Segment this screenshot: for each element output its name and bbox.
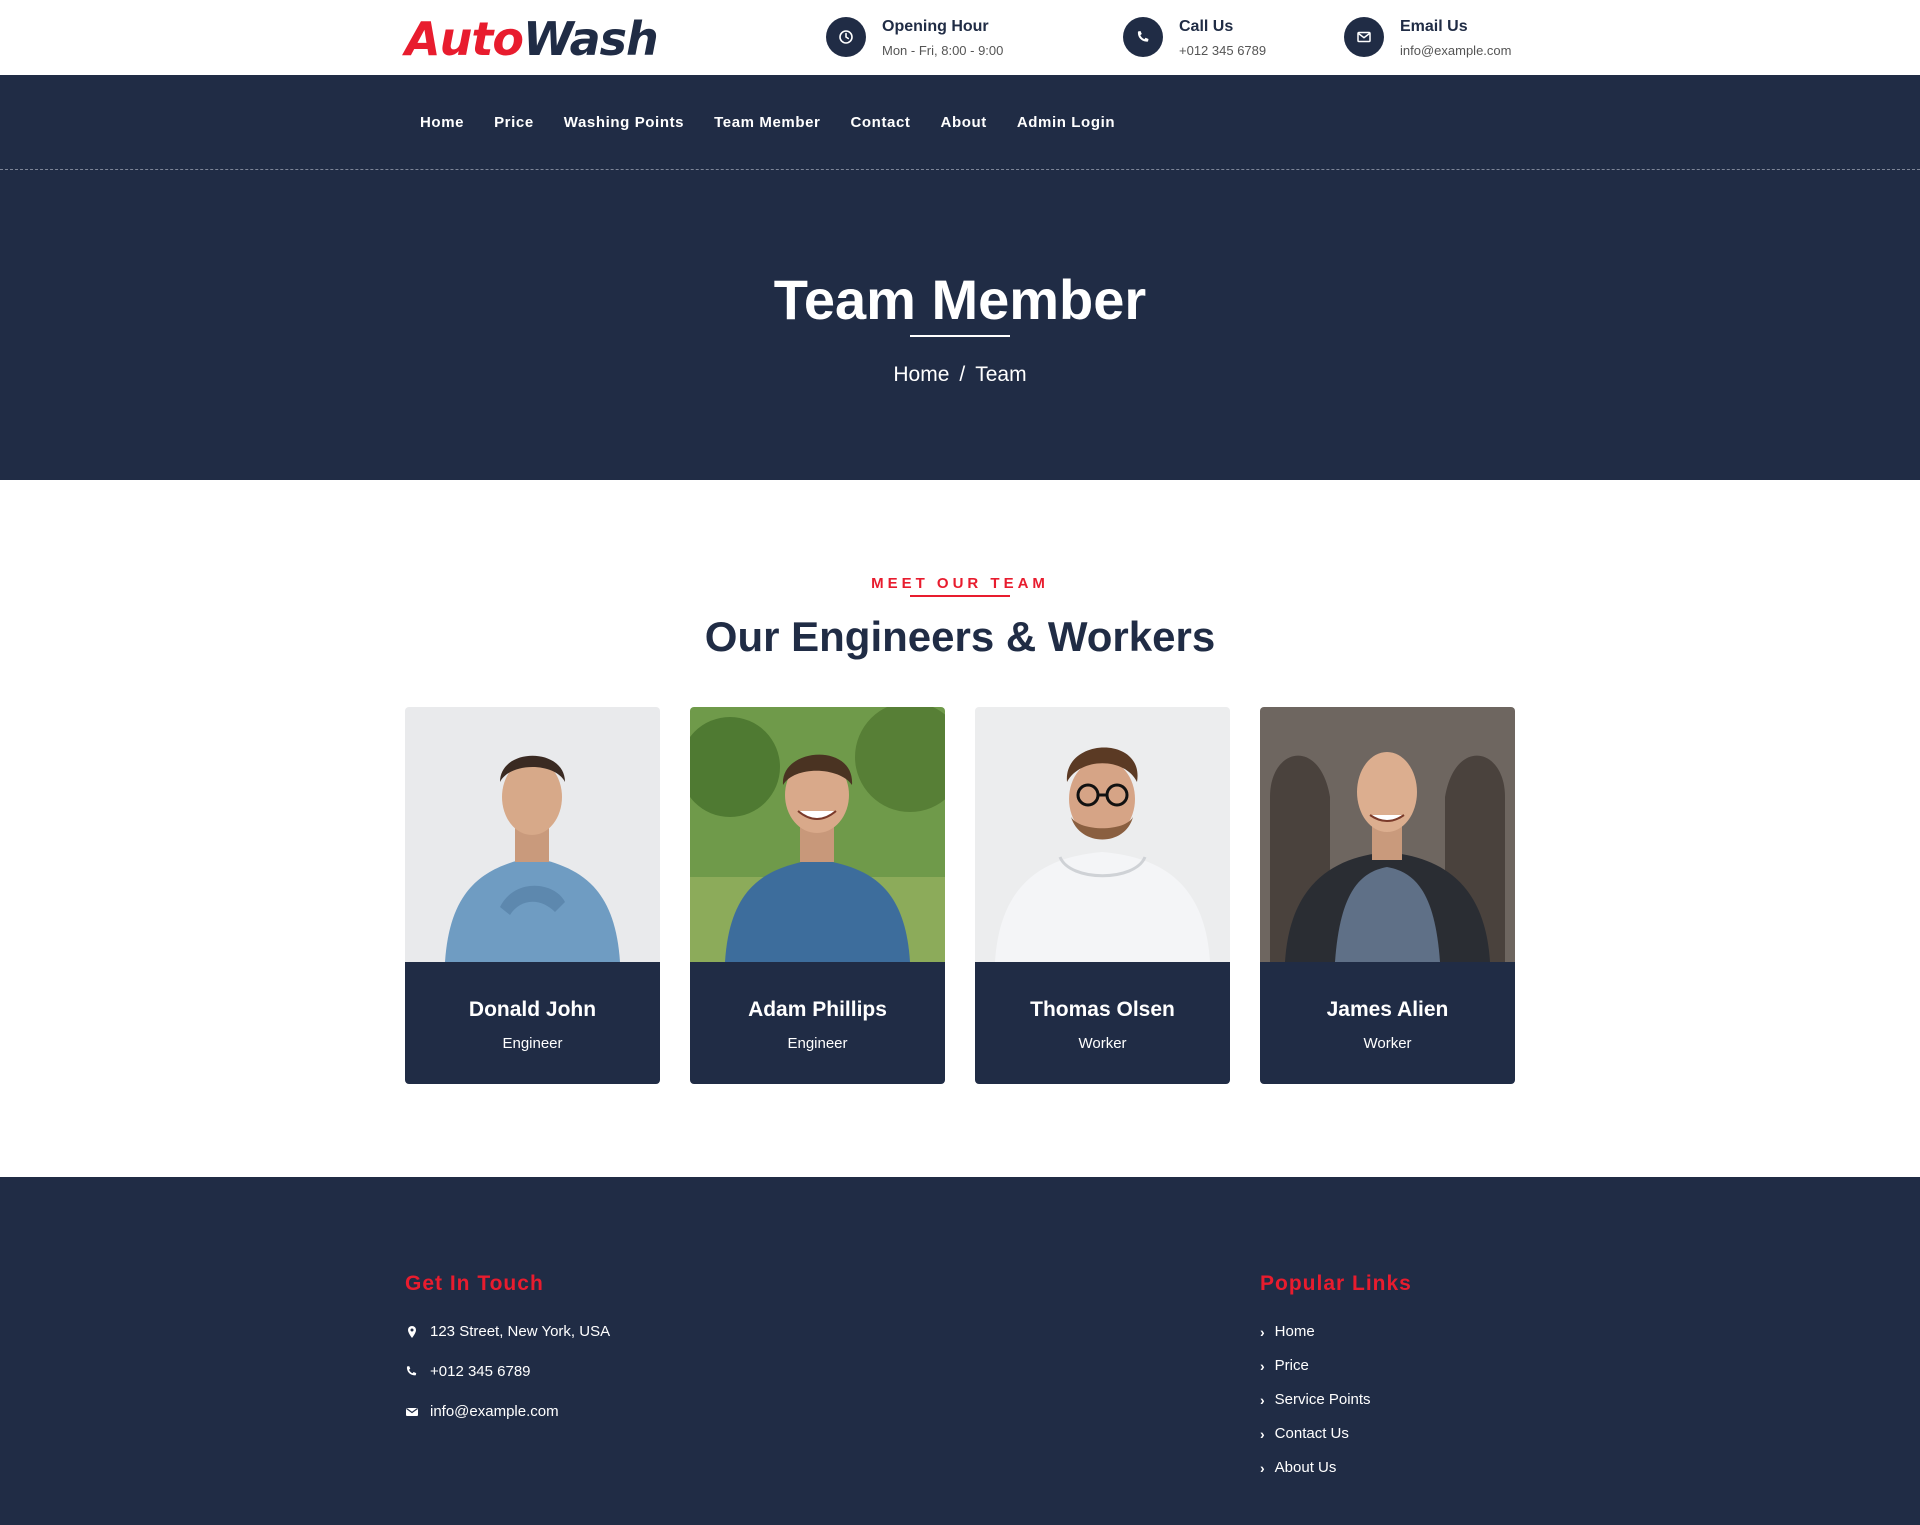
envelope-icon xyxy=(406,1407,418,1416)
nav-home[interactable]: Home xyxy=(420,114,464,131)
breadcrumb: Home / Team xyxy=(0,363,1920,387)
team-card[interactable]: James Alien Worker xyxy=(1260,707,1515,1084)
team-section: MEET OUR TEAM Our Engineers & Workers Do… xyxy=(0,480,1920,1177)
footer-phone: +012 345 6789 xyxy=(405,1363,531,1380)
footer-link-label: Contact Us xyxy=(1274,1425,1349,1442)
email-us-value[interactable]: info@example.com xyxy=(1400,43,1511,58)
team-member-role: Engineer xyxy=(787,1035,848,1052)
chevron-right-icon: › xyxy=(1260,1391,1265,1408)
opening-hour-info: Opening Hour Mon - Fri, 8:00 - 9:00 xyxy=(826,17,1003,58)
team-card[interactable]: Donald John Engineer xyxy=(405,707,660,1084)
brand-logo-part1: Auto xyxy=(405,12,524,66)
team-member-name: Adam Phillips xyxy=(748,998,887,1021)
clock-icon xyxy=(826,17,866,57)
opening-hour-value: Mon - Fri, 8:00 - 9:00 xyxy=(882,43,1004,58)
page-title-underline xyxy=(910,335,1010,337)
team-member-info: Thomas Olsen Worker xyxy=(975,962,1230,1084)
nav-contact[interactable]: Contact xyxy=(850,114,910,131)
email-us-info: Email Us info@example.com xyxy=(1344,17,1511,58)
team-card[interactable]: Thomas Olsen Worker xyxy=(975,707,1230,1084)
chevron-right-icon: › xyxy=(1260,1425,1265,1442)
chevron-right-icon: › xyxy=(1260,1459,1265,1476)
section-tag: MEET OUR TEAM xyxy=(871,575,1049,592)
team-member-role: Worker xyxy=(1363,1035,1412,1052)
section-tag-underline xyxy=(910,595,1010,597)
team-member-name: Thomas Olsen xyxy=(1030,998,1175,1021)
envelope-icon xyxy=(1344,17,1384,57)
footer-link-service-points[interactable]: › Service Points xyxy=(1260,1391,1371,1408)
footer-address-text: 123 Street, New York, USA xyxy=(430,1323,611,1340)
page-title: Team Member xyxy=(773,268,1147,331)
call-us-value[interactable]: +012 345 6789 xyxy=(1179,43,1266,58)
map-marker-icon xyxy=(408,1325,416,1338)
footer-contact-heading: Get In Touch xyxy=(405,1272,544,1295)
footer-link-price[interactable]: › Price xyxy=(1260,1357,1309,1374)
footer-email-text[interactable]: info@example.com xyxy=(430,1403,559,1420)
team-member-name: Donald John xyxy=(468,998,597,1021)
footer-link-contact-us[interactable]: › Contact Us xyxy=(1260,1425,1349,1442)
phone-icon xyxy=(406,1365,417,1375)
phone-icon xyxy=(1123,17,1163,57)
main-navbar: Home Price Washing Points Team Member Co… xyxy=(0,75,1920,170)
brand-logo-part2: Wash xyxy=(522,12,659,66)
nav-about[interactable]: About xyxy=(941,114,987,131)
footer-link-about-us[interactable]: › About Us xyxy=(1260,1459,1336,1476)
brand-logo[interactable]: AutoWash xyxy=(405,12,659,66)
nav-admin-login[interactable]: Admin Login xyxy=(1017,114,1115,131)
team-member-role: Worker xyxy=(1078,1035,1127,1052)
opening-hour-title: Opening Hour xyxy=(882,18,989,35)
footer-link-label: Service Points xyxy=(1274,1391,1371,1408)
footer-link-label: About Us xyxy=(1274,1459,1337,1476)
team-member-info: Donald John Engineer xyxy=(405,962,660,1084)
call-us-info: Call Us +012 345 6789 xyxy=(1123,17,1266,58)
email-us-title: Email Us xyxy=(1400,18,1468,35)
team-card[interactable]: Adam Phillips Engineer xyxy=(690,707,945,1084)
footer-link-label: Price xyxy=(1274,1357,1309,1374)
footer-link-home[interactable]: › Home xyxy=(1260,1323,1315,1340)
team-member-role: Engineer xyxy=(502,1035,563,1052)
section-title: Our Engineers & Workers xyxy=(704,613,1216,660)
team-member-photo xyxy=(1260,707,1515,962)
footer-email: info@example.com xyxy=(405,1403,559,1420)
team-member-photo xyxy=(975,707,1230,962)
breadcrumb-separator: / xyxy=(959,363,966,386)
team-cards: Donald John Engineer Adam Phillips Engin… xyxy=(405,707,1515,1084)
team-member-info: James Alien Worker xyxy=(1260,962,1515,1084)
breadcrumb-current: Team xyxy=(975,363,1027,386)
breadcrumb-home[interactable]: Home xyxy=(893,363,949,386)
page-header: Team Member Home / Team xyxy=(0,170,1920,480)
site-footer: Get In Touch 123 Street, New York, USA +… xyxy=(0,1177,1920,1525)
top-bar: AutoWash Opening Hour Mon - Fri, 8:00 - … xyxy=(0,0,1920,75)
nav-price[interactable]: Price xyxy=(494,114,534,131)
team-member-photo xyxy=(405,707,660,962)
nav-team-member[interactable]: Team Member xyxy=(714,114,820,131)
call-us-title: Call Us xyxy=(1179,18,1234,35)
chevron-right-icon: › xyxy=(1260,1323,1265,1340)
team-member-name: James Alien xyxy=(1326,998,1449,1021)
footer-address: 123 Street, New York, USA xyxy=(405,1323,610,1340)
team-member-info: Adam Phillips Engineer xyxy=(690,962,945,1084)
team-member-photo xyxy=(690,707,945,962)
footer-link-label: Home xyxy=(1274,1323,1315,1340)
main-nav: Home Price Washing Points Team Member Co… xyxy=(405,75,1130,169)
footer-links-heading: Popular Links xyxy=(1260,1272,1412,1295)
footer-phone-text[interactable]: +012 345 6789 xyxy=(430,1363,531,1380)
chevron-right-icon: › xyxy=(1260,1357,1265,1374)
nav-washing-points[interactable]: Washing Points xyxy=(564,114,684,131)
